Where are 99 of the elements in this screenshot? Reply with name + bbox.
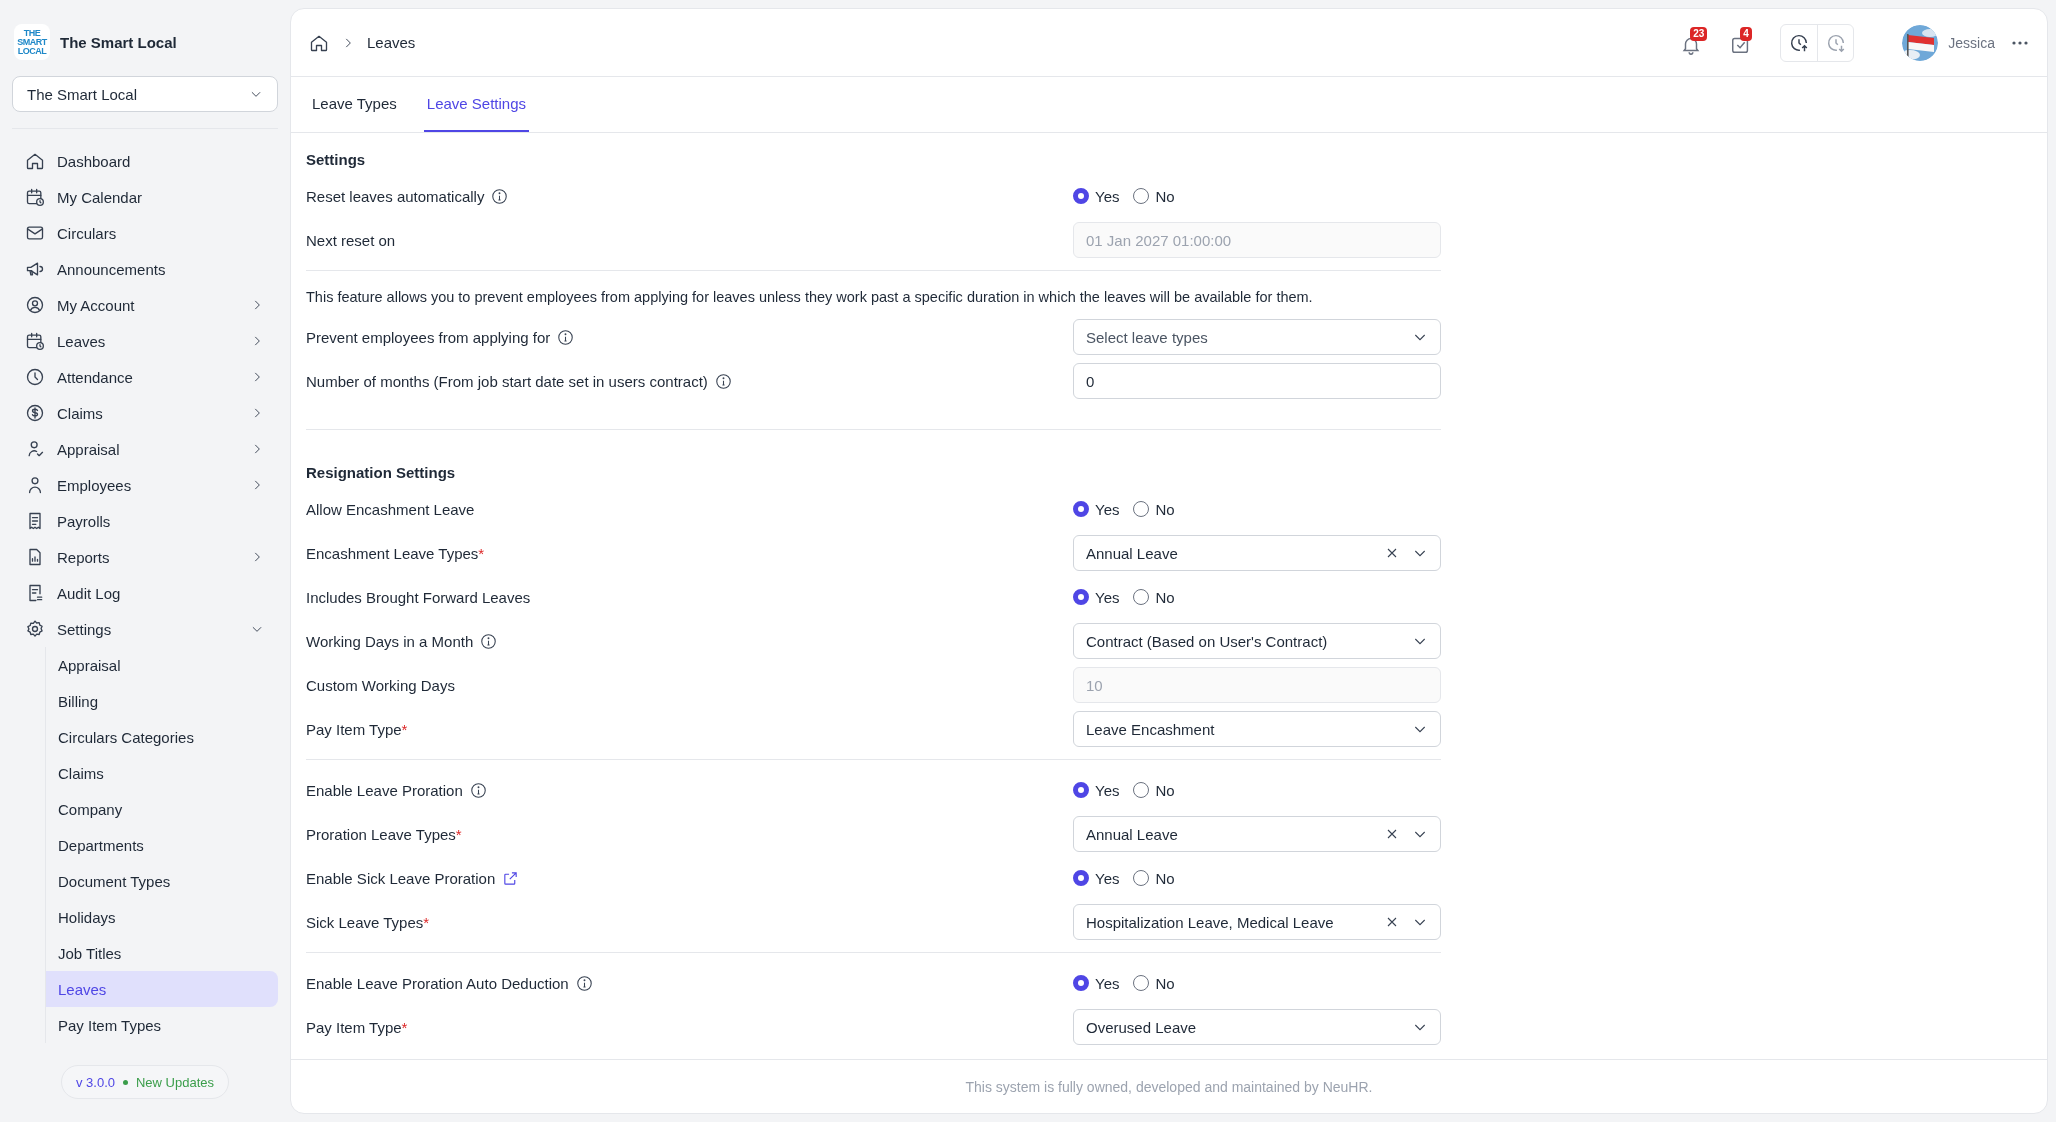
radio-button[interactable] (1133, 870, 1150, 886)
radio-button[interactable] (1073, 975, 1089, 991)
field-label: Encashment Leave Types* (306, 544, 485, 562)
radio-label[interactable]: No (1155, 781, 1175, 799)
select-field[interactable]: Overused Leave (1073, 1009, 1441, 1045)
sidebar-item[interactable]: Leaves (12, 323, 278, 359)
dollar-icon (25, 403, 45, 423)
logo: THE SMART LOCAL (14, 24, 50, 60)
tab[interactable]: Leave Settings (423, 77, 530, 132)
tab[interactable]: Leave Types (309, 77, 400, 132)
field-label: Enable Leave Proration (306, 781, 463, 799)
clock-icon (25, 367, 45, 387)
radio-button[interactable] (1133, 975, 1150, 991)
sidebar-subitem[interactable]: Claims (46, 755, 278, 791)
status-dot (123, 1079, 128, 1085)
sidebar-subitem[interactable]: Document Types (46, 863, 278, 899)
version-pill[interactable]: v 3.0.0 New Updates (60, 1065, 230, 1099)
radio-button[interactable] (1133, 782, 1150, 798)
sidebar-item[interactable]: Employees (12, 467, 278, 503)
field-label: Pay Item Type* (306, 720, 408, 738)
field-label: Reset leaves automatically (306, 187, 485, 205)
radio-label[interactable]: Yes (1095, 187, 1120, 205)
field-label: Enable Sick Leave Proration (306, 869, 496, 887)
sidebar-item[interactable]: Reports (12, 539, 278, 575)
select-field[interactable]: Select leave types (1073, 319, 1441, 355)
sidebar-subitem[interactable]: Job Titles (46, 935, 278, 971)
sidebar-item[interactable]: Payrolls (12, 503, 278, 539)
updates-label: New Updates (136, 1074, 215, 1090)
external-link-icon[interactable] (502, 869, 520, 887)
radio-label[interactable]: Yes (1095, 974, 1120, 992)
field-label: Includes Brought Forward Leaves (306, 588, 531, 606)
version-number: v 3.0.0 (75, 1074, 115, 1090)
radio-button[interactable] (1073, 188, 1089, 204)
section-heading: Settings (306, 151, 367, 168)
breadcrumb-item[interactable]: Leaves (367, 34, 416, 51)
select-field[interactable]: Leave Encashment (1073, 711, 1441, 747)
sidebar-subitem[interactable]: Holidays (46, 899, 278, 935)
field-label: Prevent employees from applying for (306, 328, 551, 346)
field-label: Allow Encashment Leave (306, 500, 475, 518)
sidebar-subitem[interactable]: Circulars Categories (46, 719, 278, 755)
sidebar-item[interactable]: My Calendar (12, 179, 278, 215)
sidebar-item[interactable]: Announcements (12, 251, 278, 287)
radio-label[interactable]: Yes (1095, 781, 1120, 799)
radio-label[interactable]: Yes (1095, 588, 1120, 606)
select-field[interactable]: Contract (Based on User's Contract) (1073, 623, 1441, 659)
radio-button[interactable] (1073, 501, 1089, 517)
sidebar-item[interactable]: My Account (12, 287, 278, 323)
sidebar-subitem[interactable]: Appraisal (46, 647, 278, 683)
sidebar-item[interactable]: Circulars (12, 215, 278, 251)
sidebar-subitem[interactable]: Billing (46, 683, 278, 719)
description-text: This feature allows you to prevent employees from applying for leaves unless they work past a specific duration in which the leaves will be available for them. (306, 289, 1314, 305)
home-icon (25, 151, 45, 171)
field-label: Enable Leave Proration Auto Deduction (306, 974, 569, 992)
brand-name: The Smart Local (60, 33, 177, 51)
select-field[interactable]: Annual Leave (1073, 816, 1441, 852)
radio-label[interactable]: Yes (1095, 869, 1120, 887)
sidebar-item[interactable]: Claims (12, 395, 278, 431)
sidebar-item[interactable]: Dashboard (12, 143, 278, 179)
user-circle-icon (25, 295, 45, 315)
company-select[interactable]: The Smart Local (12, 76, 278, 112)
sidebar-subitem[interactable]: Departments (46, 827, 278, 863)
user-name[interactable]: Jessica (1948, 34, 1995, 51)
calendar-icon (25, 187, 45, 207)
notification-badge: 23 (1690, 26, 1708, 41)
sidebar-subitem[interactable]: Pay Item Types (46, 1007, 278, 1043)
more-icon (2011, 39, 2029, 46)
sidebar-item[interactable]: Settings (12, 611, 278, 647)
sidebar-subitem[interactable]: Company (46, 791, 278, 827)
radio-button[interactable] (1133, 188, 1150, 204)
settings-icon (25, 619, 45, 639)
radio-button[interactable] (1133, 589, 1150, 605)
sidebar-subitem[interactable]: Leaves (46, 971, 278, 1007)
footer-text: This system is fully owned, developed and maintained by NeuHR. (291, 1059, 2047, 1113)
sidebar-item[interactable]: Appraisal (12, 431, 278, 467)
input-field[interactable]: 0 (1073, 363, 1441, 399)
field-label: Number of months (From job start date set in users contract) (306, 372, 708, 390)
radio-button[interactable] (1073, 870, 1089, 886)
radio-button[interactable] (1133, 501, 1150, 517)
task-badge: 4 (1740, 26, 1752, 41)
field-label: Pay Item Type* (306, 1018, 408, 1036)
radio-label[interactable]: No (1155, 187, 1175, 205)
radio-label[interactable]: No (1155, 974, 1175, 992)
field-label: Custom Working Days (306, 676, 455, 694)
radio-button[interactable] (1073, 589, 1089, 605)
calendar-icon (25, 331, 45, 351)
field-label: Proration Leave Types* (306, 825, 462, 843)
field-label: Working Days in a Month (306, 632, 474, 650)
field-label: Next reset on (306, 231, 396, 249)
radio-label[interactable]: No (1155, 500, 1175, 518)
radio-label[interactable]: No (1155, 869, 1175, 887)
sidebar-item[interactable]: Attendance (12, 359, 278, 395)
radio-label[interactable]: No (1155, 588, 1175, 606)
radio-button[interactable] (1073, 782, 1089, 798)
field-label: Sick Leave Types* (306, 913, 430, 931)
sidebar-item[interactable]: Audit Log (12, 575, 278, 611)
select-field[interactable]: Annual Leave (1073, 535, 1441, 571)
radio-label[interactable]: Yes (1095, 500, 1120, 518)
section-heading: Resignation Settings (306, 464, 457, 481)
select-field[interactable]: Hospitalization Leave, Medical Leave (1073, 904, 1441, 940)
